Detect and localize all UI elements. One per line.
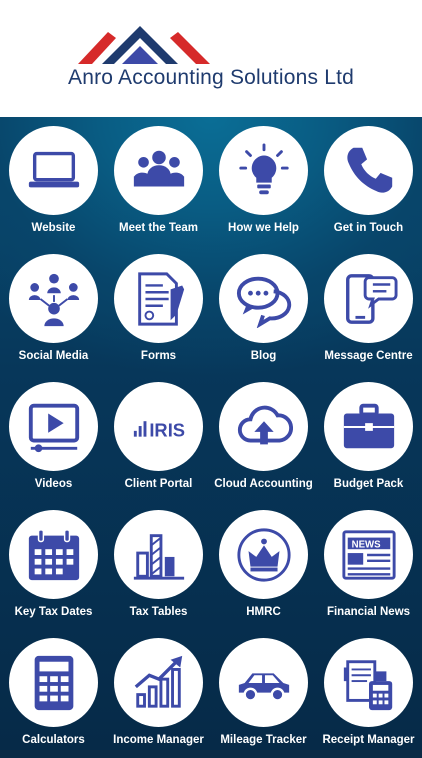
tile-label: Tax Tables [129, 606, 188, 618]
tile-client-portal[interactable]: IRIS Client Portal [106, 374, 211, 502]
tile-label: Message Centre [324, 350, 413, 362]
calendar-circle[interactable] [9, 510, 98, 599]
feature-grid: Website Meet the Team How we Help Get in To… [0, 117, 422, 750]
tile-label: Forms [140, 350, 177, 362]
phone-circle[interactable] [324, 126, 413, 215]
tile-label: Meet the Team [118, 222, 199, 234]
tile-label: Blog [250, 350, 277, 362]
calculator-circle[interactable] [9, 638, 98, 727]
car-circle[interactable] [219, 638, 308, 727]
app-header: Anro Accounting Solutions Ltd [0, 0, 422, 117]
tile-social-media[interactable]: Social Media [1, 246, 106, 374]
tile-videos[interactable]: Videos [1, 374, 106, 502]
tile-budget-pack[interactable]: Budget Pack [316, 374, 421, 502]
receipt-folder-icon [343, 659, 392, 710]
team-icon [133, 150, 184, 186]
tile-meet-the-team[interactable]: Meet the Team [106, 118, 211, 246]
lightbulb-circle[interactable] [219, 126, 308, 215]
mountain-logo-icon [78, 26, 210, 64]
iris-logo-icon: IRIS [133, 419, 185, 440]
tile-label: Calculators [22, 734, 85, 746]
tile-income-manager[interactable]: Income Manager [106, 630, 211, 758]
company-name: Anro Accounting Solutions Ltd [68, 66, 354, 89]
laptop-icon [28, 151, 79, 187]
chat-bubbles-icon [236, 276, 291, 328]
newspaper-icon: NEWS [341, 529, 396, 580]
social-network-circle[interactable] [9, 254, 98, 343]
iris-logo-circle[interactable]: IRIS [114, 382, 203, 471]
tile-label: Budget Pack [333, 478, 404, 490]
calculator-icon [34, 655, 73, 710]
tile-how-we-help[interactable]: How we Help [211, 118, 316, 246]
tile-cloud-accounting[interactable]: Cloud Accounting [211, 374, 316, 502]
tile-mileage-tracker[interactable]: Mileage Tracker [211, 630, 316, 758]
social-network-icon [28, 273, 79, 326]
growth-chart-circle[interactable] [114, 638, 203, 727]
video-player-circle[interactable] [9, 382, 98, 471]
briefcase-circle[interactable] [324, 382, 413, 471]
tile-label: Cloud Accounting [214, 478, 313, 490]
tile-key-tax-dates[interactable]: Key Tax Dates [1, 502, 106, 630]
lightbulb-icon [238, 142, 289, 194]
bar-chart-icon [133, 533, 184, 580]
tile-label: Client Portal [124, 478, 193, 490]
laptop-circle[interactable] [9, 126, 98, 215]
document-pen-circle[interactable] [114, 254, 203, 343]
crown-circle[interactable] [219, 510, 308, 599]
calendar-icon [28, 528, 79, 580]
growth-chart-icon [134, 655, 182, 708]
news-text: NEWS [351, 539, 381, 550]
tile-tax-tables[interactable]: Tax Tables [106, 502, 211, 630]
tile-label: Get in Touch [333, 222, 404, 234]
tile-calculators[interactable]: Calculators [1, 630, 106, 758]
team-circle[interactable] [114, 126, 203, 215]
tile-label: Website [31, 222, 76, 234]
tile-financial-news[interactable]: NEWS Financial News [316, 502, 421, 630]
chat-bubbles-circle[interactable] [219, 254, 308, 343]
tile-message-centre[interactable]: Message Centre [316, 246, 421, 374]
document-pen-icon [137, 271, 184, 326]
tile-label: Key Tax Dates [14, 606, 93, 618]
crown-icon [236, 527, 291, 582]
phone-icon [346, 147, 392, 193]
video-player-icon [28, 403, 79, 452]
cloud-upload-circle[interactable] [219, 382, 308, 471]
receipt-folder-circle[interactable] [324, 638, 413, 727]
tile-label: Mileage Tracker [220, 734, 307, 746]
tile-label: Income Manager [113, 734, 204, 746]
tile-label: How we Help [228, 222, 299, 234]
tile-label: HMRC [246, 606, 281, 618]
phone-message-circle[interactable] [324, 254, 413, 343]
briefcase-icon [343, 403, 394, 448]
tile-hmrc[interactable]: HMRC [211, 502, 316, 630]
tile-label: Videos [34, 478, 73, 490]
tile-label: Financial News [326, 606, 411, 618]
phone-message-icon [345, 273, 398, 324]
iris-text: IRIS [149, 419, 185, 440]
tile-forms[interactable]: Forms [106, 246, 211, 374]
newspaper-circle[interactable]: NEWS [324, 510, 413, 599]
tile-label: Social Media [18, 350, 89, 362]
cloud-upload-icon [237, 405, 293, 444]
tile-label: Receipt Manager [322, 734, 415, 746]
tile-blog[interactable]: Blog [211, 246, 316, 374]
tile-get-in-touch[interactable]: Get in Touch [316, 118, 421, 246]
tile-website[interactable]: Website [1, 118, 106, 246]
tile-receipt-manager[interactable]: Receipt Manager [316, 630, 421, 758]
bar-chart-circle[interactable] [114, 510, 203, 599]
car-icon [238, 672, 289, 702]
